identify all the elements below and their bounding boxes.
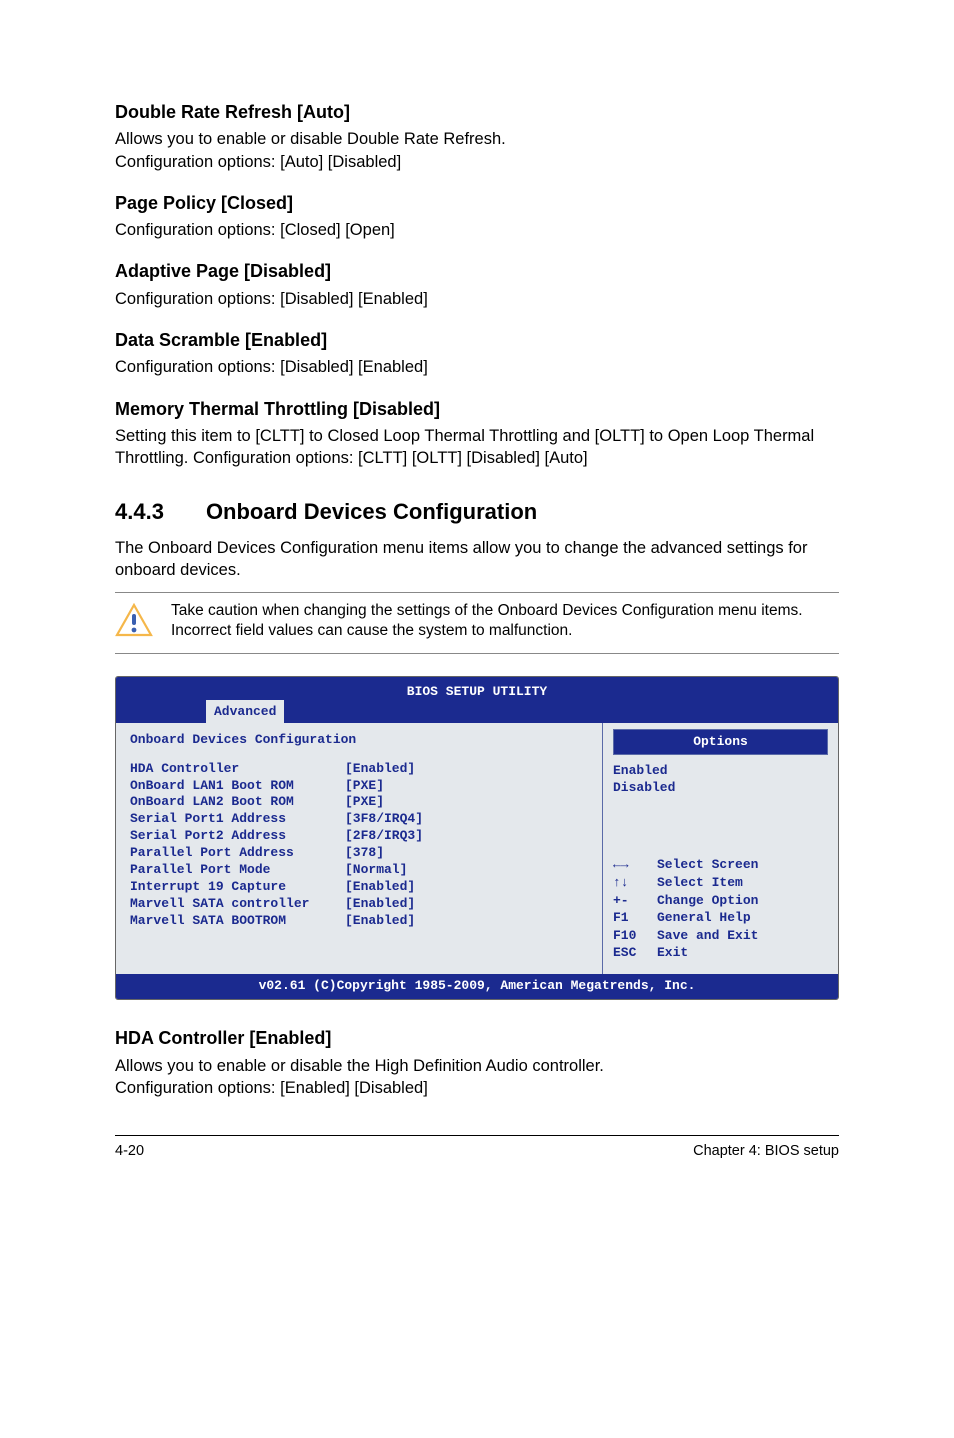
section-hda-controller: HDA Controller [Enabled] Allows you to e… (115, 1026, 839, 1099)
heading: Double Rate Refresh [Auto] (115, 100, 839, 124)
bios-row-value: [PXE] (345, 794, 384, 811)
bios-left-pane: Onboard Devices Configuration HDA Contro… (116, 723, 603, 974)
heading: Page Policy [Closed] (115, 191, 839, 215)
bios-row-value: [Enabled] (345, 879, 415, 896)
bios-row-label: HDA Controller (130, 761, 345, 778)
paragraph: The Onboard Devices Configuration menu i… (115, 537, 839, 582)
section-page-policy: Page Policy [Closed] Configuration optio… (115, 191, 839, 242)
bios-row-label: Parallel Port Mode (130, 862, 345, 879)
bios-tab-advanced: Advanced (206, 700, 284, 724)
heading-number: 4.4.3 (115, 497, 164, 527)
bios-row: Marvell SATA controller[Enabled] (130, 896, 588, 913)
paragraph: Allows you to enable or disable the High… (115, 1055, 839, 1077)
bios-nav-row: F10Save and Exit (613, 927, 828, 945)
chapter-label: Chapter 4: BIOS setup (693, 1142, 839, 1162)
page-number: 4-20 (115, 1142, 144, 1162)
heading: Adaptive Page [Disabled] (115, 259, 839, 283)
bios-row-label: OnBoard LAN1 Boot ROM (130, 778, 345, 795)
bios-row: Serial Port2 Address[2F8/IRQ3] (130, 828, 588, 845)
bios-nav-help: ←→Select Screen ↑↓Select Item +-Change O… (613, 856, 828, 961)
bios-footer: v02.61 (C)Copyright 1985-2009, American … (116, 974, 838, 1000)
caution-text: Take caution when changing the settings … (171, 601, 835, 643)
bios-row-value: [378] (345, 845, 384, 862)
heading: Data Scramble [Enabled] (115, 328, 839, 352)
bios-nav-key: ←→ (613, 856, 657, 874)
paragraph: Configuration options: [Enabled] [Disabl… (115, 1077, 839, 1099)
bios-row: Serial Port1 Address[3F8/IRQ4] (130, 811, 588, 828)
bios-row-value: [3F8/IRQ4] (345, 811, 423, 828)
heading-title: Onboard Devices Configuration (206, 497, 537, 527)
bios-body: Onboard Devices Configuration HDA Contro… (116, 723, 838, 974)
bios-screenshot: BIOS SETUP UTILITY Advanced Onboard Devi… (115, 676, 839, 1000)
bios-row-label: Marvell SATA controller (130, 896, 345, 913)
bios-row-value: [PXE] (345, 778, 384, 795)
bios-row: OnBoard LAN1 Boot ROM[PXE] (130, 778, 588, 795)
paragraph: Setting this item to [CLTT] to Closed Lo… (115, 425, 839, 470)
caution-icon (115, 603, 153, 644)
bios-nav-text: Exit (657, 944, 688, 962)
bios-title-text: BIOS SETUP UTILITY (407, 684, 547, 699)
bios-row: Marvell SATA BOOTROM[Enabled] (130, 913, 588, 930)
bios-nav-text: Select Item (657, 874, 743, 892)
page-footer: 4-20 Chapter 4: BIOS setup (115, 1135, 839, 1162)
paragraph: Allows you to enable or disable Double R… (115, 128, 839, 150)
paragraph: Configuration options: [Auto] [Disabled] (115, 151, 839, 173)
bios-row: Parallel Port Mode[Normal] (130, 862, 588, 879)
bios-nav-row: ↑↓Select Item (613, 874, 828, 892)
bios-section-title: Onboard Devices Configuration (130, 731, 588, 749)
bios-row-label: Interrupt 19 Capture (130, 879, 345, 896)
paragraph: Configuration options: [Closed] [Open] (115, 219, 839, 241)
bios-nav-key: +- (613, 892, 657, 910)
bios-row: Parallel Port Address[378] (130, 845, 588, 862)
heading: HDA Controller [Enabled] (115, 1026, 839, 1050)
bios-row-value: [Normal] (345, 862, 407, 879)
heading: Memory Thermal Throttling [Disabled] (115, 397, 839, 421)
section-memory-thermal: Memory Thermal Throttling [Disabled] Set… (115, 397, 839, 470)
bios-options-title: Options (613, 729, 828, 755)
bios-nav-row: ←→Select Screen (613, 856, 828, 874)
bios-row: HDA Controller[Enabled] (130, 761, 588, 778)
bios-option-item: Enabled (613, 763, 828, 780)
bios-nav-key: ESC (613, 944, 657, 962)
bios-row-value: [Enabled] (345, 896, 415, 913)
bios-nav-text: Save and Exit (657, 927, 758, 945)
bios-nav-text: Select Screen (657, 856, 758, 874)
bios-nav-row: +-Change Option (613, 892, 828, 910)
section-adaptive-page: Adaptive Page [Disabled] Configuration o… (115, 259, 839, 310)
paragraph: Configuration options: [Disabled] [Enabl… (115, 288, 839, 310)
paragraph: Configuration options: [Disabled] [Enabl… (115, 356, 839, 378)
bios-row: OnBoard LAN2 Boot ROM[PXE] (130, 794, 588, 811)
caution-callout: Take caution when changing the settings … (115, 592, 839, 655)
bios-row-label: Serial Port1 Address (130, 811, 345, 828)
bios-row-value: [Enabled] (345, 761, 415, 778)
bios-nav-key: ↑↓ (613, 874, 657, 892)
bios-nav-key: F1 (613, 909, 657, 927)
bios-row: Interrupt 19 Capture[Enabled] (130, 879, 588, 896)
bios-nav-text: General Help (657, 909, 751, 927)
bios-option-item: Disabled (613, 780, 828, 797)
bios-row-label: OnBoard LAN2 Boot ROM (130, 794, 345, 811)
subsection-heading: 4.4.3 Onboard Devices Configuration (115, 497, 839, 527)
bios-row-label: Parallel Port Address (130, 845, 345, 862)
bios-nav-row: F1General Help (613, 909, 828, 927)
bios-nav-row: ESCExit (613, 944, 828, 962)
bios-nav-text: Change Option (657, 892, 758, 910)
bios-right-pane: Options Enabled Disabled ←→Select Screen… (603, 723, 838, 974)
bios-row-value: [2F8/IRQ3] (345, 828, 423, 845)
bios-row-label: Marvell SATA BOOTROM (130, 913, 345, 930)
section-data-scramble: Data Scramble [Enabled] Configuration op… (115, 328, 839, 379)
bios-row-label: Serial Port2 Address (130, 828, 345, 845)
bios-nav-key: F10 (613, 927, 657, 945)
section-double-rate: Double Rate Refresh [Auto] Allows you to… (115, 100, 839, 173)
bios-row-value: [Enabled] (345, 913, 415, 930)
bios-title-bar: BIOS SETUP UTILITY Advanced (116, 677, 838, 723)
